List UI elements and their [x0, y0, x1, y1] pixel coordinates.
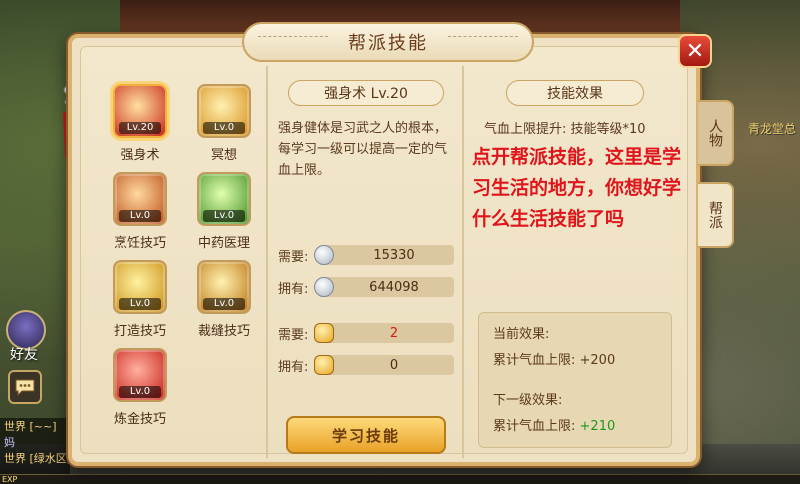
cost-label: 需要:	[278, 249, 309, 265]
title-decoration	[448, 36, 518, 46]
exp-label: EXP	[2, 475, 18, 484]
cost-label: 拥有:	[278, 281, 309, 297]
cost-bar: 0	[314, 355, 454, 375]
cost-bar: 644098	[314, 277, 454, 297]
chat-log[interactable]: 世界 [~~] 妈 世界 [绿水区] 白真盛 [华人	[0, 418, 137, 476]
skill-item[interactable]: Lv.0 中药医理	[184, 172, 264, 258]
close-button[interactable]: ✕	[678, 34, 712, 68]
location-sign: 青龙堂总	[748, 122, 797, 136]
guild-skills-panel: 帮派技能 ✕ Lv.20 强身术 Lv.0 冥想 Lv.0 烹饪技巧 Lv.0 中药医理 Lv.…	[68, 22, 712, 466]
learn-skill-button[interactable]: 学习技能	[286, 416, 446, 454]
skill-level: Lv.0	[203, 122, 245, 134]
cost-row-ingot-have: 拥有: 0	[278, 354, 454, 376]
cost-row-silver-have: 拥有: 644098	[278, 276, 454, 298]
effect-title: 技能效果	[506, 80, 644, 106]
gold-ingot-icon	[314, 355, 334, 375]
current-effect-value: 累计气血上限: +200	[493, 353, 616, 368]
cost-bar: 15330	[314, 245, 454, 265]
next-effect-value: 累计气血上限: +210	[493, 415, 615, 434]
cost-value: 2	[389, 325, 399, 341]
effect-description: 气血上限提升: 技能等级*10	[484, 122, 646, 137]
skill-item[interactable]: Lv.0 烹饪技巧	[100, 172, 180, 258]
chat-line: 世界 [~~]	[4, 420, 57, 433]
skill-effect: 技能效果 气血上限提升: 技能等级*10 点开帮派技能，这里是学习生活的地方，你…	[464, 66, 686, 458]
alchemy-icon: Lv.0	[113, 348, 167, 402]
next-effect-label: 下一级效果:	[493, 393, 563, 408]
cost-label: 需要:	[278, 327, 309, 343]
cost-label: 拥有:	[278, 359, 309, 375]
forging-icon: Lv.0	[113, 260, 167, 314]
skill-name: 打造技巧	[113, 324, 166, 339]
skill-item[interactable]: Lv.0 冥想	[184, 84, 264, 170]
title-decoration	[258, 36, 328, 46]
meditation-icon: Lv.0	[197, 84, 251, 138]
strength-icon: Lv.20	[113, 84, 167, 138]
skill-name: 裁缝技巧	[197, 324, 250, 339]
cost-value: 15330	[373, 247, 415, 263]
skill-level: Lv.0	[119, 386, 161, 398]
skill-level: Lv.0	[203, 298, 245, 310]
cost-value: 0	[389, 357, 399, 373]
title-banner: 帮派技能	[242, 22, 534, 62]
friends-label[interactable]: 好友	[10, 344, 38, 364]
skill-item[interactable]: Lv.0 炼金技巧	[100, 348, 180, 434]
skill-name: 炼金技巧	[113, 412, 166, 427]
tab-character[interactable]: 人物	[698, 100, 734, 166]
tailoring-icon: Lv.0	[197, 260, 251, 314]
skill-name: 冥想	[210, 148, 237, 163]
skill-level: Lv.0	[203, 210, 245, 222]
skill-list: Lv.20 强身术 Lv.0 冥想 Lv.0 烹饪技巧 Lv.0 中药医理 Lv.0 打造技巧 Lv…	[92, 66, 268, 458]
silver-coin-icon	[314, 245, 334, 265]
skill-description: 强身健体是习武之人的根本，每学习一级可以提高一定的气血上限。	[278, 121, 448, 178]
skill-name: 强身术	[120, 148, 160, 163]
skill-title: 强身术 Lv.20	[288, 80, 444, 106]
skill-level: Lv.0	[119, 210, 161, 222]
cost-value: 644098	[369, 279, 419, 295]
chat-button[interactable]	[8, 370, 42, 404]
next-effect-prefix: 累计气血上限:	[493, 419, 576, 434]
skill-level: Lv.20	[119, 122, 161, 134]
tab-guild[interactable]: 帮派	[698, 182, 734, 248]
skill-name: 中药医理	[197, 236, 250, 251]
herb-icon: Lv.0	[197, 172, 251, 226]
skill-item[interactable]: Lv.0 裁缝技巧	[184, 260, 264, 346]
exp-bar: EXP	[0, 474, 800, 484]
chat-line: 妈	[4, 436, 15, 449]
current-effect-label: 当前效果:	[493, 327, 550, 342]
close-icon: ✕	[685, 38, 705, 64]
skill-item[interactable]: Lv.0 打造技巧	[100, 260, 180, 346]
silver-coin-icon	[314, 277, 334, 297]
gold-ingot-icon	[314, 323, 334, 343]
skill-name: 烹饪技巧	[113, 236, 166, 251]
skill-detail: 强身术 Lv.20 强身健体是习武之人的根本，每学习一级可以提高一定的气血上限。…	[268, 66, 464, 458]
cost-bar: 2	[314, 323, 454, 343]
skill-item[interactable]: Lv.20 强身术	[100, 84, 180, 170]
cost-row-ingot-need: 需要: 2	[278, 322, 454, 344]
panel-title: 帮派技能	[348, 33, 428, 54]
chat-bubble-icon	[15, 379, 35, 396]
chat-line: 世界 [绿水区] 白真盛 [华人	[4, 452, 137, 465]
effect-box: 当前效果: 累计气血上限: +200 下一级效果: 累计气血上限: +210	[478, 312, 672, 448]
cooking-icon: Lv.0	[113, 172, 167, 226]
next-effect-number: +210	[579, 419, 616, 434]
tutorial-note: 点开帮派技能，这里是学习生活的地方，你想好学什么生活技能了吗	[472, 146, 682, 230]
skill-level: Lv.0	[119, 298, 161, 310]
cost-row-silver-need: 需要: 15330	[278, 244, 454, 266]
